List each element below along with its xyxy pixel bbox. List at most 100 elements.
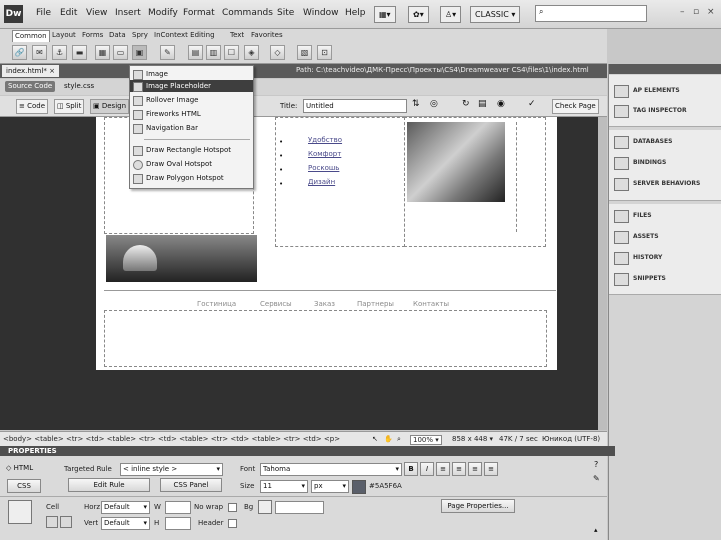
- images-icon[interactable]: ▣: [132, 45, 147, 60]
- horz-select[interactable]: Default ▾: [101, 501, 150, 514]
- menu-image-placeholder[interactable]: Image Placeholder: [130, 80, 253, 92]
- bg-color-input[interactable]: [275, 501, 324, 514]
- page-properties-button[interactable]: Page Properties...: [441, 499, 515, 513]
- div-icon[interactable]: ▭: [113, 45, 128, 60]
- color-swatch[interactable]: [352, 480, 366, 494]
- quick-tag-icon[interactable]: ✎: [593, 474, 600, 483]
- validate-icon[interactable]: ✓: [528, 99, 536, 109]
- tab-text[interactable]: Text: [228, 30, 246, 41]
- size-select[interactable]: 11 ▾: [260, 480, 308, 493]
- canvas-scrollbar[interactable]: [598, 117, 607, 430]
- design-view-button[interactable]: ▣ Design: [90, 99, 130, 114]
- document-tab[interactable]: index.html* ×: [2, 65, 59, 77]
- comment-icon[interactable]: ☐: [224, 45, 239, 60]
- vert-select[interactable]: Default ▾: [101, 517, 150, 530]
- menu-commands[interactable]: Commands: [222, 8, 273, 18]
- media-icon[interactable]: ✎: [160, 45, 175, 60]
- header-checkbox[interactable]: [228, 519, 237, 528]
- panel-databases[interactable]: DATABASES: [633, 138, 672, 145]
- menu-window[interactable]: Window: [303, 8, 339, 18]
- layout-icon[interactable]: ▦▾: [374, 6, 396, 23]
- templates-icon[interactable]: ▧: [297, 45, 312, 60]
- date-icon[interactable]: ▤: [188, 45, 203, 60]
- source-code-button[interactable]: Source Code: [5, 81, 56, 92]
- height-input[interactable]: [165, 517, 191, 530]
- menu-edit[interactable]: Edit: [60, 8, 77, 18]
- footer-nav-4[interactable]: Партнеры: [357, 300, 394, 308]
- tab-incontext[interactable]: InContext Editing: [152, 30, 217, 41]
- zoom-select[interactable]: 100% ▾: [410, 435, 442, 445]
- properties-header[interactable]: PROPERTIES: [0, 446, 615, 456]
- visual-aids-icon[interactable]: ◉: [497, 99, 505, 109]
- panel-bindings[interactable]: BINDINGS: [633, 159, 666, 166]
- search-input[interactable]: ⌕: [535, 5, 647, 22]
- split-cells-icon[interactable]: [60, 516, 72, 528]
- menu-modify[interactable]: Modify: [148, 8, 178, 18]
- panel-tag-inspector[interactable]: TAG INSPECTOR: [633, 107, 687, 114]
- preview-icon[interactable]: ◎: [430, 99, 438, 109]
- bg-color-swatch[interactable]: [258, 500, 272, 514]
- nowrap-checkbox[interactable]: [228, 503, 237, 512]
- panel-files[interactable]: FILES: [633, 212, 652, 219]
- help-icon[interactable]: ?: [594, 460, 598, 469]
- split-view-button[interactable]: ◫ Split: [54, 99, 85, 114]
- menu-format[interactable]: Format: [183, 8, 215, 18]
- css-panel-button[interactable]: CSS Panel: [160, 478, 222, 492]
- menu-file[interactable]: File: [36, 8, 51, 18]
- menu-polygon-hotspot[interactable]: Draw Polygon Hotspot: [130, 172, 253, 184]
- hr-icon[interactable]: ▬: [72, 45, 87, 60]
- targeted-rule-select[interactable]: < inline style > ▾: [120, 463, 223, 476]
- menu-image[interactable]: Image: [130, 68, 253, 80]
- title-input[interactable]: Untitled: [303, 99, 407, 113]
- hyperlink-icon[interactable]: 🔗: [12, 45, 27, 60]
- menu-insert[interactable]: Insert: [115, 8, 141, 18]
- select-tool-icon[interactable]: ↖: [372, 435, 378, 443]
- site-icon[interactable]: ♙▾: [440, 6, 462, 23]
- close-tab-icon[interactable]: ×: [49, 67, 55, 75]
- maximize-icon[interactable]: ▫: [693, 7, 699, 17]
- extend-icon[interactable]: ✿▾: [408, 6, 429, 23]
- panel-ap-elements[interactable]: AP ELEMENTS: [633, 87, 680, 94]
- workspace-switcher[interactable]: CLASSIC ▾: [470, 6, 521, 23]
- minimize-icon[interactable]: –: [680, 7, 685, 17]
- panel-assets[interactable]: ASSETS: [633, 233, 659, 240]
- code-view-button[interactable]: ≡ Code: [16, 99, 49, 114]
- window-size[interactable]: 858 x 448 ▾: [452, 435, 493, 443]
- tag-chooser-icon[interactable]: ⊡: [317, 45, 332, 60]
- content-link-2[interactable]: Комфорт: [308, 150, 341, 158]
- menu-view[interactable]: View: [86, 8, 107, 18]
- head-icon[interactable]: ◈: [244, 45, 259, 60]
- menu-rollover-image[interactable]: Rollover Image: [130, 94, 253, 106]
- unit-select[interactable]: px ▾: [311, 480, 349, 493]
- table-icon[interactable]: ▦: [95, 45, 110, 60]
- refresh-icon[interactable]: ↻: [462, 99, 470, 109]
- align-right-icon[interactable]: ≡: [468, 462, 482, 476]
- panel-snippets[interactable]: SNIPPETS: [633, 275, 666, 282]
- close-icon[interactable]: ×: [707, 7, 715, 17]
- expand-icon[interactable]: ▴: [594, 526, 598, 534]
- check-page-button[interactable]: Check Page: [552, 99, 599, 114]
- file-management-icon[interactable]: ⇅: [412, 99, 420, 109]
- menu-navigation-bar[interactable]: Navigation Bar: [130, 122, 253, 134]
- footer-nav-3[interactable]: Заказ: [314, 300, 335, 308]
- panel-dock-header[interactable]: [609, 64, 721, 74]
- tag-selector[interactable]: <body> <table> <tr> <td> <table> <tr> <t…: [3, 435, 340, 443]
- italic-button[interactable]: I: [420, 462, 434, 476]
- tab-favorites[interactable]: Favorites: [249, 30, 285, 41]
- html-mode-button[interactable]: ◇ HTML: [6, 462, 40, 474]
- hand-tool-icon[interactable]: ✋: [384, 435, 393, 443]
- menu-rect-hotspot[interactable]: Draw Rectangle Hotspot: [130, 144, 253, 156]
- font-select[interactable]: Tahoma ▾: [260, 463, 402, 476]
- align-left-icon[interactable]: ≡: [436, 462, 450, 476]
- footer-nav-5[interactable]: Контакты: [413, 300, 449, 308]
- width-input[interactable]: [165, 501, 191, 514]
- tab-forms[interactable]: Forms: [80, 30, 105, 41]
- hotel-room-image[interactable]: [407, 122, 505, 202]
- bold-button[interactable]: B: [404, 462, 418, 476]
- menu-site[interactable]: Site: [277, 8, 294, 18]
- tab-common[interactable]: Common: [12, 30, 50, 42]
- menu-help[interactable]: Help: [345, 8, 366, 18]
- edit-rule-button[interactable]: Edit Rule: [68, 478, 150, 492]
- css-mode-button[interactable]: CSS: [7, 479, 41, 493]
- tab-spry[interactable]: Spry: [130, 30, 150, 41]
